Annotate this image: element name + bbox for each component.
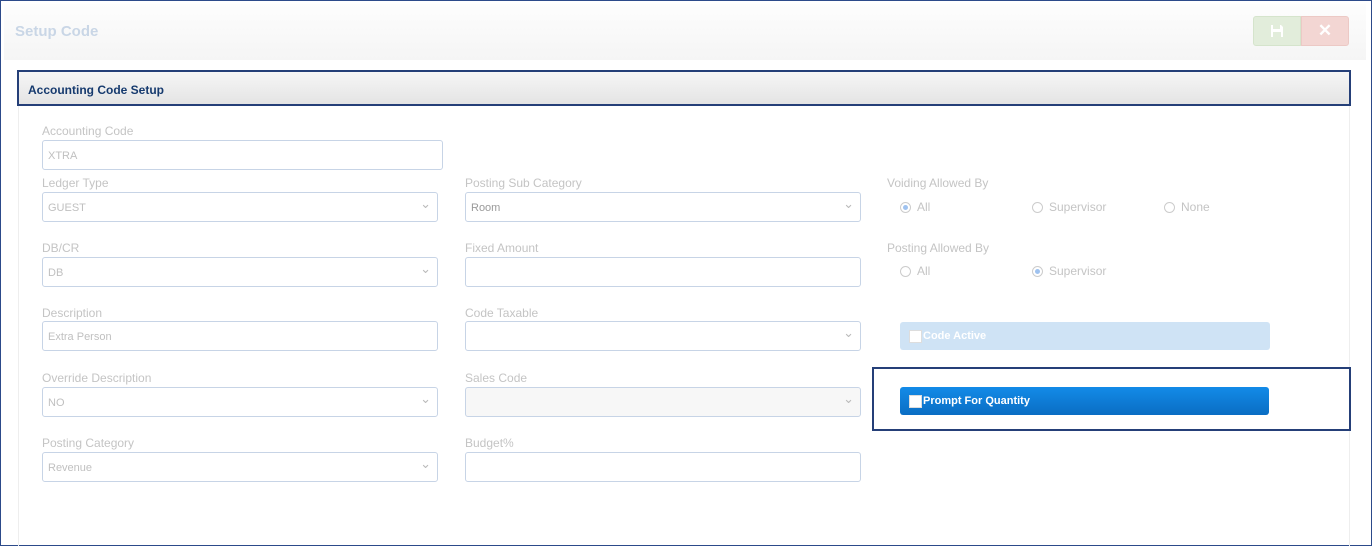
close-icon: ✕ — [1317, 21, 1333, 40]
save-button[interactable] — [1253, 16, 1301, 46]
radio-label: None — [1181, 200, 1210, 214]
voiding-radio-supervisor[interactable]: Supervisor — [1032, 200, 1106, 214]
posting-sub-category-value: Room — [471, 202, 501, 214]
posting-category-value: Revenue — [48, 462, 93, 474]
prompt-for-quantity-label: Prompt For Quantity — [923, 395, 1030, 407]
override-description-select[interactable]: NO — [42, 387, 438, 417]
posting-allowed-label: Posting Allowed By — [887, 241, 990, 255]
code-active-checkbox[interactable]: Code Active — [900, 322, 1270, 350]
close-button[interactable]: ✕ — [1301, 16, 1349, 46]
section-title: Accounting Code Setup — [28, 83, 164, 97]
ledger-type-select[interactable]: GUEST — [42, 192, 438, 222]
section-header: Accounting Code Setup — [17, 70, 1351, 106]
budget-input[interactable] — [465, 452, 861, 482]
description-label: Description — [42, 306, 103, 320]
voiding-radio-all[interactable]: All — [900, 200, 930, 214]
accounting-code-label: Accounting Code — [42, 124, 134, 138]
voiding-radio-none[interactable]: None — [1164, 200, 1210, 214]
prompt-for-quantity-checkbox[interactable]: Prompt For Quantity — [900, 387, 1269, 415]
fixed-amount-input[interactable] — [465, 257, 861, 287]
code-taxable-label: Code Taxable — [465, 306, 539, 320]
code-active-label: Code Active — [923, 330, 987, 342]
db-cr-value: DB — [48, 267, 64, 279]
page-title: Setup Code — [15, 23, 99, 40]
posting-category-select[interactable]: Revenue — [42, 452, 438, 482]
voiding-allowed-label: Voiding Allowed By — [887, 176, 989, 190]
posting-radio-supervisor[interactable]: Supervisor — [1032, 264, 1106, 278]
posting-sub-category-select[interactable]: Room — [465, 192, 861, 222]
checkbox-box — [909, 329, 922, 343]
override-description-label: Override Description — [42, 371, 152, 385]
ledger-type-value: GUEST — [48, 202, 86, 214]
posting-sub-category-label: Posting Sub Category — [465, 176, 582, 190]
posting-radio-all[interactable]: All — [900, 264, 930, 278]
sales-code-label: Sales Code — [465, 371, 528, 385]
ledger-type-label: Ledger Type — [42, 176, 109, 190]
radio-label: All — [917, 200, 931, 214]
code-taxable-select[interactable] — [465, 321, 861, 351]
db-cr-select[interactable]: DB — [42, 257, 438, 287]
radio-label: Supervisor — [1049, 200, 1107, 214]
radio-label: Supervisor — [1049, 264, 1107, 278]
sales-code-select[interactable] — [465, 387, 861, 417]
override-description-value: NO — [48, 397, 65, 409]
db-cr-label: DB/CR — [42, 241, 80, 255]
checkbox-box — [909, 394, 922, 408]
posting-category-label: Posting Category — [42, 436, 135, 450]
radio-label: All — [917, 264, 931, 278]
fixed-amount-label: Fixed Amount — [465, 241, 539, 255]
budget-label: Budget% — [465, 436, 514, 450]
page-header — [4, 4, 1366, 60]
save-icon — [1271, 25, 1283, 37]
accounting-code-input[interactable]: XTRA — [42, 140, 443, 170]
description-input[interactable]: Extra Person — [42, 321, 438, 351]
